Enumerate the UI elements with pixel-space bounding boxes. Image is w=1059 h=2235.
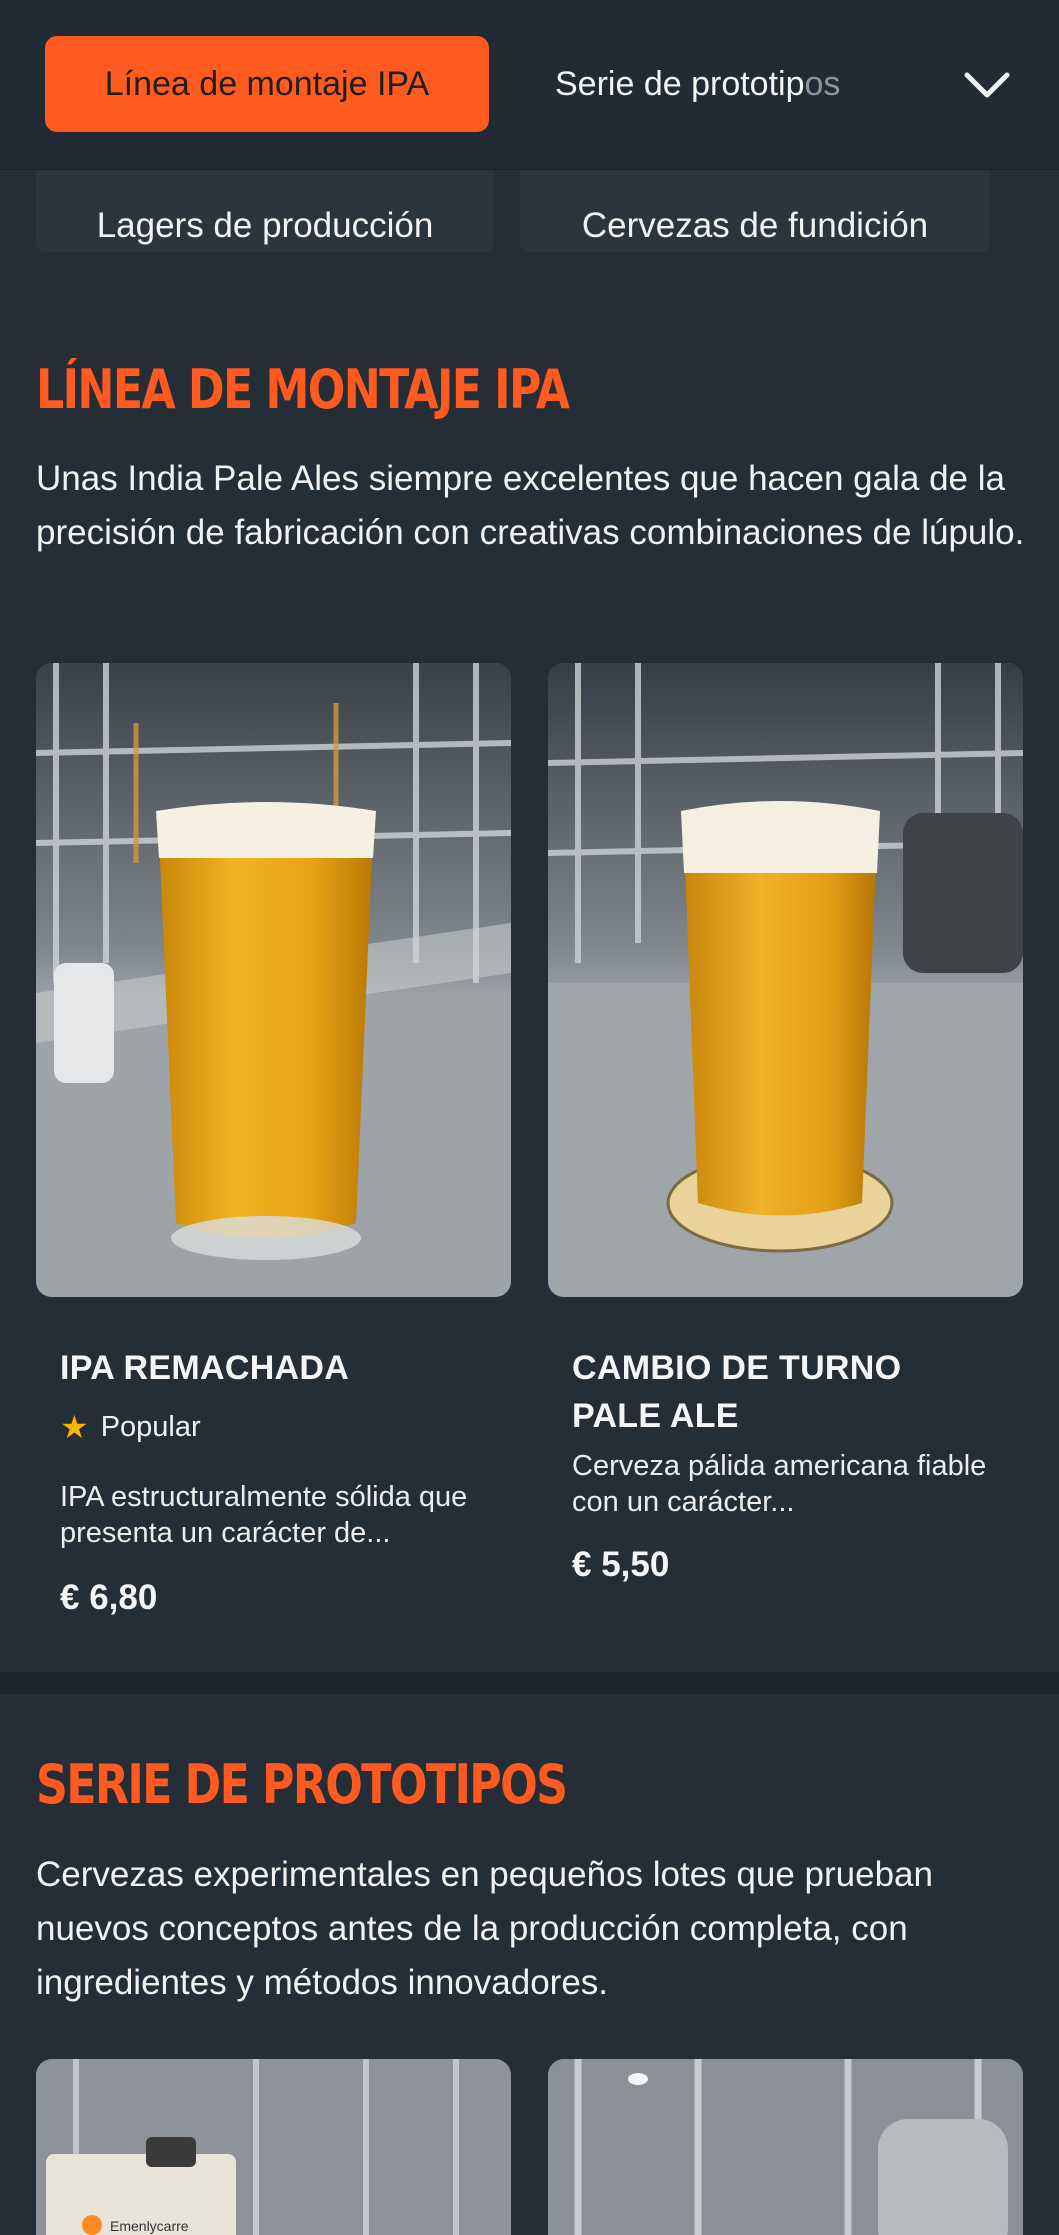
star-icon: ★ <box>60 1409 89 1445</box>
beer-image[interactable] <box>548 663 1023 1297</box>
beer-image[interactable] <box>36 663 511 1297</box>
tab-label: Serie de prototip <box>555 64 805 103</box>
section-description: Cervezas experimentales en pequeños lote… <box>36 1855 933 2002</box>
item-description: IPA estructuralmente sólida que presenta… <box>60 1481 468 1549</box>
section-divider <box>0 1672 1059 1694</box>
tab-label: Línea de montaje IPA <box>104 64 430 103</box>
chevron-down-icon[interactable] <box>960 58 1014 112</box>
clipboard-text: Emenlycarre <box>110 2218 189 2234</box>
tab-prototype-series[interactable]: Serie de prototip os <box>555 36 840 132</box>
section-title: LÍNEA DE MONTAJE IPA <box>36 358 570 421</box>
item-name[interactable]: CAMBIO DE TURNO PALE ALE <box>572 1344 992 1440</box>
beer-image[interactable] <box>548 2059 1023 2235</box>
item-name[interactable]: IPA REMACHADA <box>60 1344 480 1392</box>
item-price: € 6,80 <box>60 1578 158 1617</box>
section-title: SERIE DE PROTOTIPOS <box>36 1753 568 1816</box>
category-nav: Línea de montaje IPA Serie de prototip os <box>0 0 1059 170</box>
popular-badge: ★ Popular <box>60 1408 201 1446</box>
tab-label-fade: os <box>804 64 841 103</box>
badge-label: Popular <box>100 1410 201 1443</box>
item-price: € 5,50 <box>572 1545 670 1584</box>
chip-label: Cervezas de fundición <box>581 206 929 245</box>
beer-image[interactable]: Emenlycarre <box>36 2059 511 2235</box>
item-description: Cerveza pálida americana fiable con un c… <box>572 1450 987 1518</box>
tab-ipa-assembly-line[interactable]: Línea de montaje IPA <box>45 36 489 132</box>
chip-label: Lagers de producción <box>96 206 434 245</box>
section-description: Unas India Pale Ales siempre excelentes … <box>36 459 1025 552</box>
